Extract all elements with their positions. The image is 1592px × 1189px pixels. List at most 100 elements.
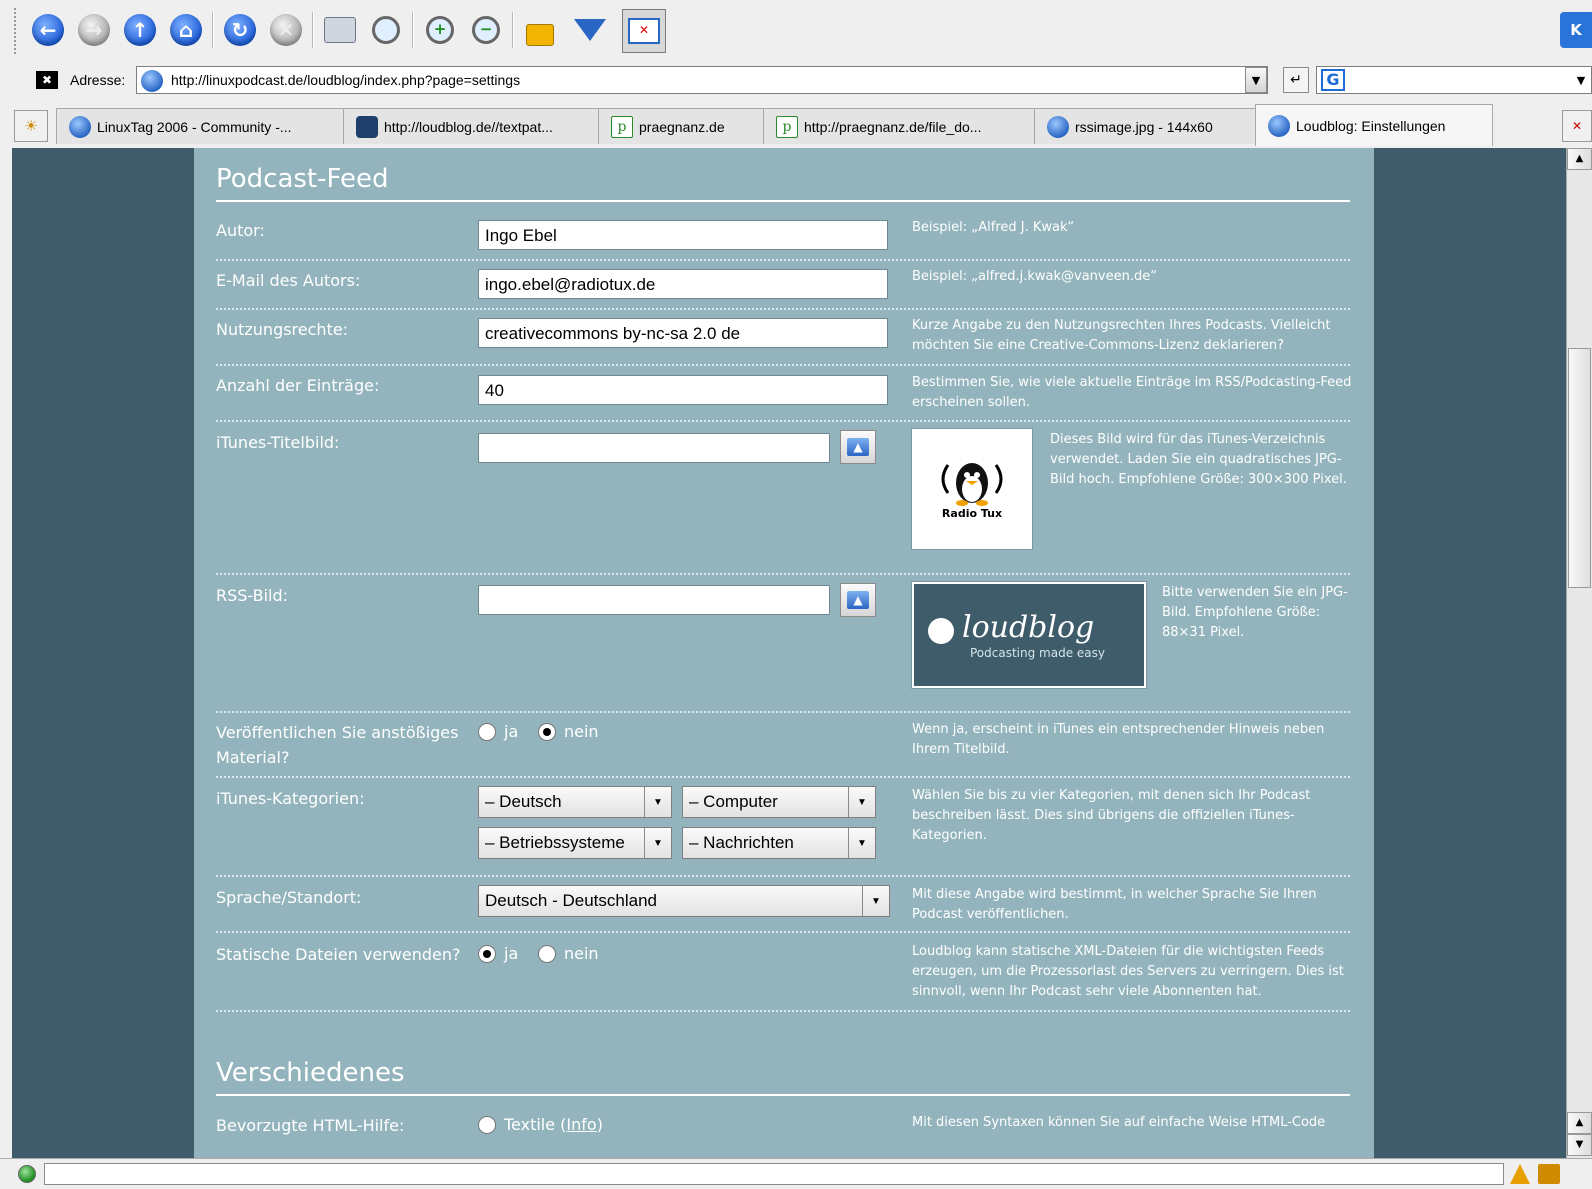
email-field[interactable]: ingo.ebel@radiotux.de bbox=[478, 269, 888, 299]
vertical-scrollbar[interactable]: ▲ ▲ ▼ bbox=[1566, 148, 1592, 1158]
explicit-yes-radio[interactable] bbox=[478, 723, 496, 741]
p-icon: p bbox=[776, 115, 798, 138]
scroll-up-icon[interactable]: ▲ bbox=[1567, 148, 1592, 170]
url-text[interactable]: http://linuxpodcast.de/loudblog/index.ph… bbox=[171, 72, 520, 88]
loudblog-logo-text: loudblog bbox=[962, 610, 1095, 645]
close-tab-icon[interactable]: ✕ bbox=[1562, 110, 1592, 142]
rights-hint: Kurze Angabe zu den Nutzungsrechten Ihre… bbox=[912, 318, 1331, 353]
globe-icon bbox=[141, 70, 163, 92]
tab-loudblog-einstellungen[interactable]: Loudblog: Einstellungen bbox=[1255, 104, 1493, 146]
row-divider bbox=[216, 875, 1350, 877]
tab-loudblog-textpattern[interactable]: http://loudblog.de//textpat... bbox=[343, 108, 599, 144]
print-icon[interactable] bbox=[320, 10, 360, 50]
tab-label: Loudblog: Einstellungen bbox=[1296, 117, 1446, 134]
chevron-down-icon: ▼ bbox=[644, 787, 671, 817]
textile-option-end: ) bbox=[596, 1115, 603, 1134]
find-icon[interactable] bbox=[366, 10, 406, 50]
toolbar-separator bbox=[512, 12, 514, 48]
tab-bar: ☀ LinuxTag 2006 - Community -... http://… bbox=[0, 104, 1592, 146]
main-toolbar: ← → ↑ ⌂ ↻ ✕ + − ✕ K bbox=[0, 0, 1592, 62]
scroll-down-icon[interactable]: ▼ bbox=[1567, 1134, 1592, 1156]
download-icon[interactable] bbox=[570, 10, 610, 50]
toolbar-grip[interactable] bbox=[14, 8, 21, 54]
email-hint: Beispiel: „alfred.j.kwak@vanveen.de“ bbox=[912, 269, 1157, 284]
category-select-3[interactable]: – Betriebssysteme ▼ bbox=[478, 827, 672, 859]
language-hint: Mit diese Angabe wird bestimmt, in welch… bbox=[912, 887, 1317, 922]
rss-image-file-input[interactable] bbox=[478, 585, 830, 615]
back-icon[interactable]: ← bbox=[28, 10, 68, 50]
web-search-input[interactable]: G bbox=[1316, 66, 1592, 94]
itunes-image-browse-button[interactable]: ▲ bbox=[840, 430, 876, 464]
scrollbar-thumb[interactable] bbox=[1568, 348, 1591, 588]
chevron-down-icon: ▼ bbox=[848, 828, 875, 858]
up-icon[interactable]: ↑ bbox=[120, 10, 160, 50]
go-button[interactable]: ↵ bbox=[1283, 67, 1309, 93]
row-divider bbox=[216, 711, 1350, 713]
category-select-2[interactable]: – Computer ▼ bbox=[682, 786, 876, 818]
row-divider bbox=[216, 364, 1350, 366]
reload-icon[interactable]: ↻ bbox=[220, 10, 260, 50]
itunes-image-hint: Dieses Bild wird für das iTunes-Verzeich… bbox=[1050, 432, 1347, 487]
category-select-4[interactable]: – Nachrichten ▼ bbox=[682, 827, 876, 859]
rss-image-browse-button[interactable]: ▲ bbox=[840, 583, 876, 617]
static-yes-radio[interactable] bbox=[478, 945, 496, 963]
entry-count-field[interactable]: 40 bbox=[478, 375, 888, 405]
chevron-down-icon: ▼ bbox=[862, 886, 889, 916]
fullscreen-icon[interactable]: ✕ bbox=[622, 9, 666, 53]
language-select[interactable]: Deutsch - Deutschland ▼ bbox=[478, 885, 890, 917]
category-value: – Computer bbox=[689, 792, 778, 811]
textile-info-link[interactable]: Info bbox=[566, 1115, 596, 1134]
warning-icon[interactable] bbox=[1510, 1164, 1530, 1184]
radio-tux-logo bbox=[914, 431, 1030, 547]
address-label: Adresse: bbox=[70, 72, 126, 88]
row-divider bbox=[216, 1010, 1350, 1012]
clear-location-icon[interactable]: ✖ bbox=[36, 71, 58, 89]
new-tab-icon[interactable]: ☀ bbox=[14, 110, 48, 142]
rights-label: Nutzungsrechte: bbox=[216, 320, 349, 339]
tab-praegnanz[interactable]: p praegnanz.de bbox=[598, 108, 764, 144]
category-value: – Betriebssysteme bbox=[485, 833, 625, 852]
zoom-in-icon[interactable]: + bbox=[420, 10, 460, 50]
explicit-no-radio[interactable] bbox=[538, 723, 556, 741]
address-bar: ✖ Adresse: http://linuxpodcast.de/loudbl… bbox=[0, 62, 1592, 100]
home-icon[interactable]: ⌂ bbox=[166, 10, 206, 50]
stop-icon[interactable]: ✕ bbox=[266, 10, 306, 50]
url-history-dropdown[interactable]: ▼ bbox=[1245, 67, 1267, 93]
email-label: E-Mail des Autors: bbox=[216, 271, 361, 290]
zoom-out-icon[interactable]: − bbox=[466, 10, 506, 50]
section-divider bbox=[216, 200, 1350, 202]
author-hint: Beispiel: „Alfred J. Kwak“ bbox=[912, 220, 1075, 235]
itunes-image-file-input[interactable] bbox=[478, 433, 830, 463]
status-bar bbox=[0, 1158, 1592, 1189]
google-icon: G bbox=[1321, 69, 1345, 91]
loudblog-logo-tagline: Podcasting made easy bbox=[970, 646, 1105, 660]
tab-linuxtag[interactable]: LinuxTag 2006 - Community -... bbox=[56, 108, 344, 144]
url-input[interactable]: http://linuxpodcast.de/loudblog/index.ph… bbox=[136, 66, 1268, 94]
tab-label: praegnanz.de bbox=[639, 118, 725, 135]
chevron-down-icon: ▼ bbox=[644, 828, 671, 858]
author-label: Autor: bbox=[216, 221, 265, 240]
itunes-image-preview: Radio Tux bbox=[911, 428, 1033, 550]
itunes-image-label: iTunes-Titelbild: bbox=[216, 433, 340, 452]
entry-count-label: Anzahl der Einträge: bbox=[216, 376, 380, 395]
toolbar-separator bbox=[312, 12, 314, 48]
section-title-misc: Verschiedenes bbox=[216, 1058, 405, 1088]
section-divider bbox=[216, 1094, 1350, 1096]
folder-icon[interactable] bbox=[1538, 1164, 1560, 1184]
globe-icon bbox=[1268, 114, 1290, 137]
category-select-1[interactable]: – Deutsch ▼ bbox=[478, 786, 672, 818]
forward-icon[interactable]: → bbox=[74, 10, 114, 50]
author-field[interactable]: Ingo Ebel bbox=[478, 220, 888, 250]
row-divider bbox=[216, 308, 1350, 310]
rights-field[interactable]: creativecommons by-nc-sa 2.0 de bbox=[478, 318, 888, 348]
lock-icon[interactable] bbox=[520, 10, 560, 50]
entry-count-hint: Bestimmen Sie, wie viele aktuelle Einträ… bbox=[912, 375, 1352, 410]
tab-praegnanz-file[interactable]: p http://praegnanz.de/file_do... bbox=[763, 108, 1035, 144]
scroll-up-icon[interactable]: ▲ bbox=[1567, 1112, 1592, 1134]
static-no-radio[interactable] bbox=[538, 945, 556, 963]
tab-rssimage[interactable]: rssimage.jpg - 144x60 bbox=[1034, 108, 1256, 144]
row-divider bbox=[216, 573, 1350, 575]
tab-label: http://praegnanz.de/file_do... bbox=[804, 118, 982, 135]
html-help-textile-radio[interactable] bbox=[478, 1116, 496, 1134]
search-engine-dropdown[interactable]: ▼ bbox=[1570, 67, 1592, 93]
